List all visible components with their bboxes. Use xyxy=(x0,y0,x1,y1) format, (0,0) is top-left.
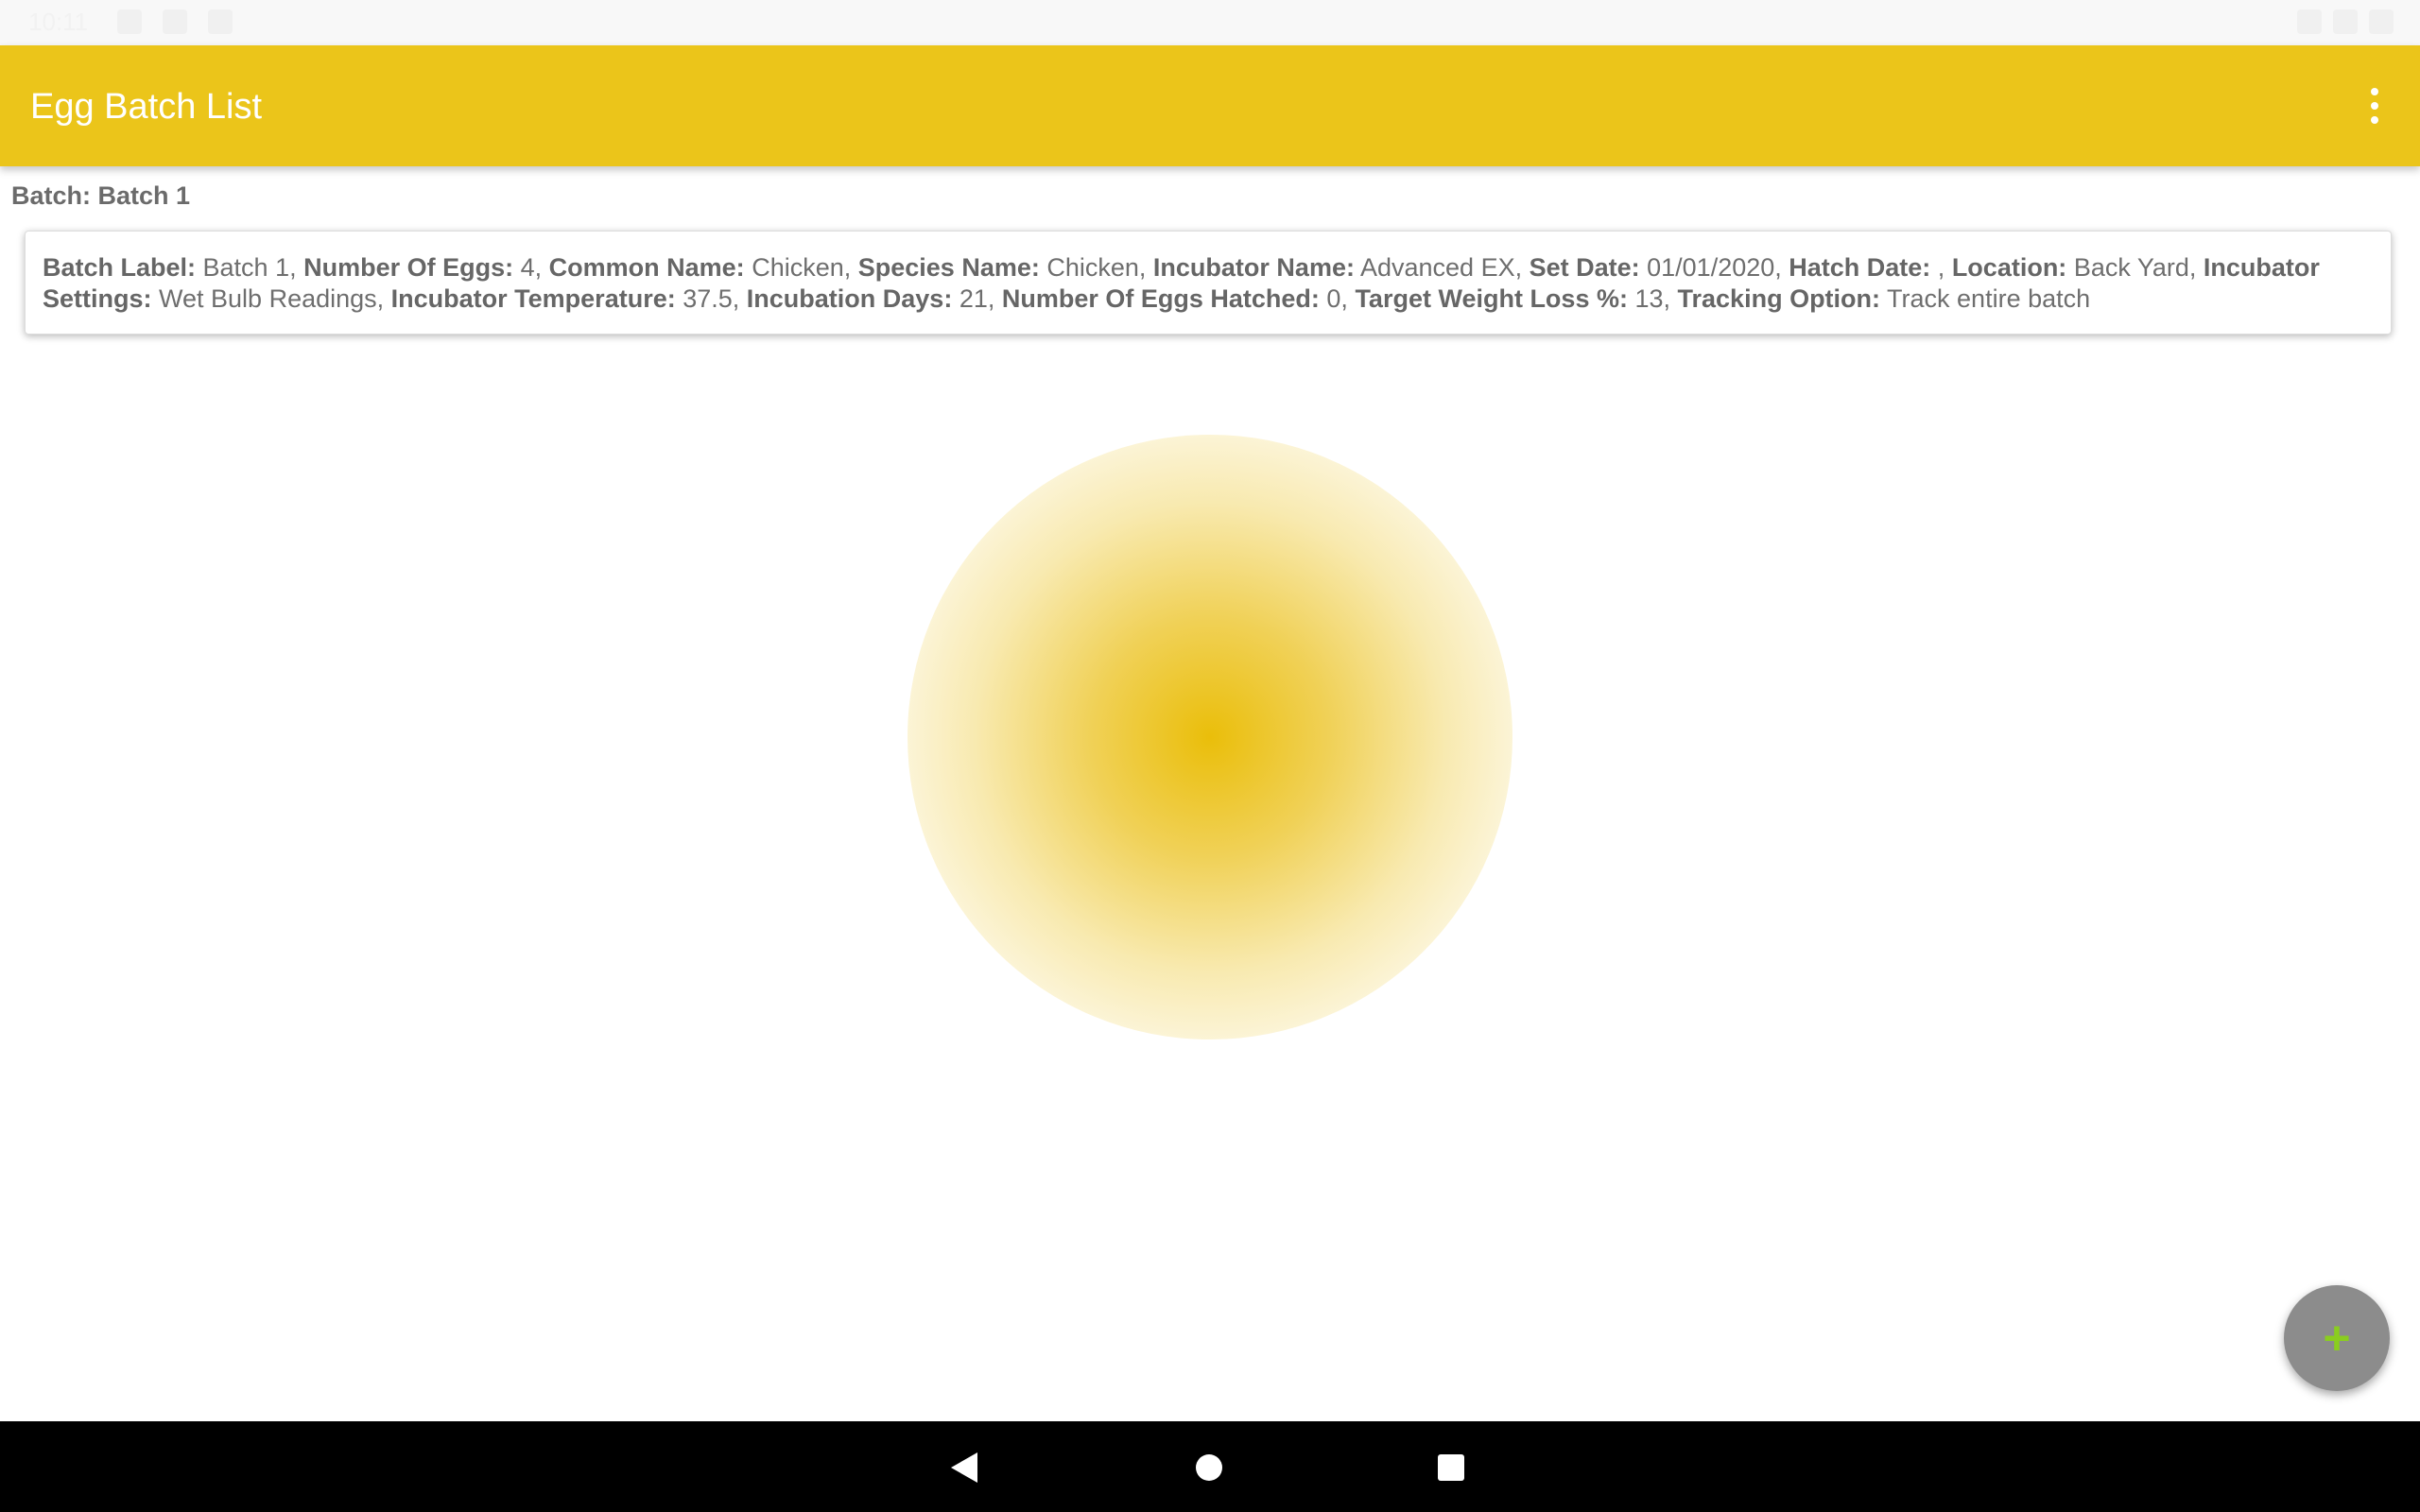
status-left-icons xyxy=(117,9,233,34)
field-value: 0, xyxy=(1319,284,1356,313)
page-title: Egg Batch List xyxy=(30,87,263,127)
field-value: Advanced EX, xyxy=(1354,253,1530,282)
wifi-icon xyxy=(2297,9,2322,34)
sd-card-icon xyxy=(208,9,233,34)
field-label: Set Date: xyxy=(1529,253,1640,282)
recents-icon[interactable] xyxy=(1438,1454,1464,1481)
field-value: Track entire batch xyxy=(1880,284,2091,313)
field-value: 37.5, xyxy=(675,284,747,313)
field-label: Batch Label: xyxy=(43,253,197,282)
more-vert-icon[interactable] xyxy=(2348,79,2401,132)
plus-icon: + xyxy=(2323,1312,2351,1365)
field-label: Location: xyxy=(1951,253,2067,282)
settings-icon xyxy=(117,9,142,34)
menu-dot xyxy=(2371,116,2378,124)
image-icon xyxy=(163,9,187,34)
field-label: Incubation Days: xyxy=(746,284,953,313)
batch-card[interactable]: Batch Label: Batch 1, Number Of Eggs: 4,… xyxy=(25,231,2392,335)
field-value: 01/01/2020, xyxy=(1639,253,1789,282)
field-value: Batch 1, xyxy=(196,253,304,282)
status-right-icons xyxy=(2297,9,2394,34)
field-value: Chicken, xyxy=(1039,253,1153,282)
field-label: Species Name: xyxy=(857,253,1040,282)
batch-heading: Batch: Batch 1 xyxy=(11,181,191,210)
field-label: Incubator Name: xyxy=(1152,253,1355,282)
nav-bar xyxy=(0,1421,2420,1512)
field-value: 21, xyxy=(952,284,1002,313)
field-value: 13, xyxy=(1627,284,1678,313)
egg-glow-image xyxy=(908,435,1512,1040)
field-value: Back Yard, xyxy=(2066,253,2204,282)
field-label: Tracking Option: xyxy=(1677,284,1881,313)
home-icon[interactable] xyxy=(1196,1454,1222,1481)
add-batch-button[interactable]: + xyxy=(2284,1285,2390,1391)
status-bar: 10:11 xyxy=(0,0,2420,45)
field-label: Incubator Temperature: xyxy=(390,284,676,313)
field-label: Number Of Eggs: xyxy=(303,253,514,282)
field-label: Number Of Eggs Hatched: xyxy=(1001,284,1320,313)
menu-dot xyxy=(2371,88,2378,95)
field-label: Hatch Date: xyxy=(1789,253,1931,282)
field-value: Chicken, xyxy=(744,253,858,282)
field-value: 4, xyxy=(513,253,549,282)
app-bar: Egg Batch List xyxy=(0,45,2420,166)
battery-icon xyxy=(2369,9,2394,34)
status-time: 10:11 xyxy=(28,8,89,36)
field-label: Target Weight Loss %: xyxy=(1355,284,1628,313)
menu-dot xyxy=(2371,102,2378,110)
field-value: Wet Bulb Readings, xyxy=(151,284,391,313)
signal-icon xyxy=(2333,9,2358,34)
field-label: Common Name: xyxy=(548,253,745,282)
field-value: , xyxy=(1930,253,1952,282)
back-icon[interactable] xyxy=(951,1452,977,1483)
